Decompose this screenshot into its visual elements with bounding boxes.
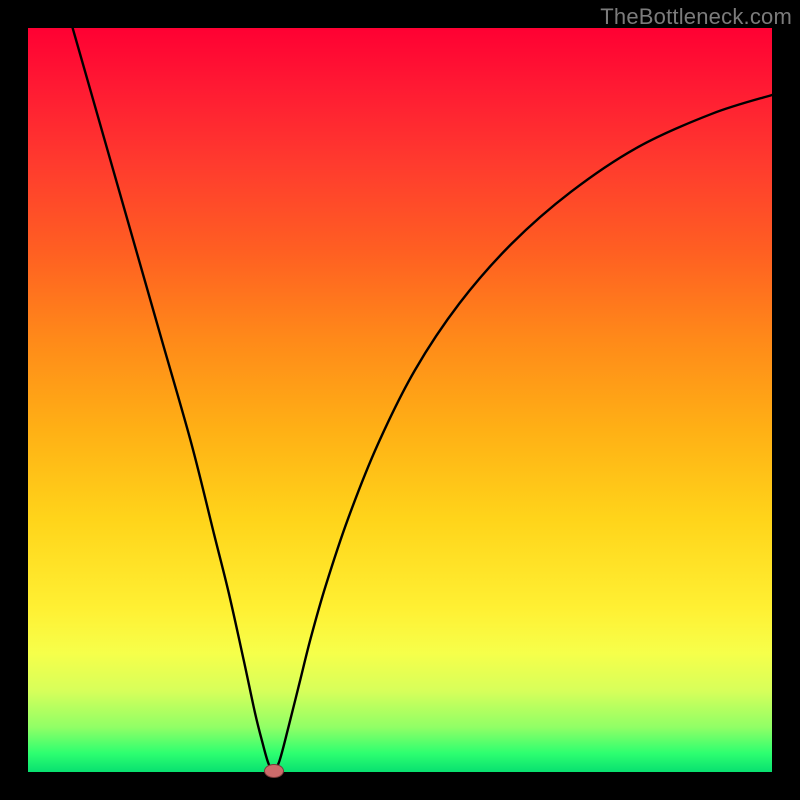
watermark-text: TheBottleneck.com bbox=[600, 4, 792, 30]
curve-svg bbox=[28, 28, 772, 772]
chart-frame: TheBottleneck.com bbox=[0, 0, 800, 800]
min-marker bbox=[264, 764, 284, 778]
plot-area bbox=[28, 28, 772, 772]
